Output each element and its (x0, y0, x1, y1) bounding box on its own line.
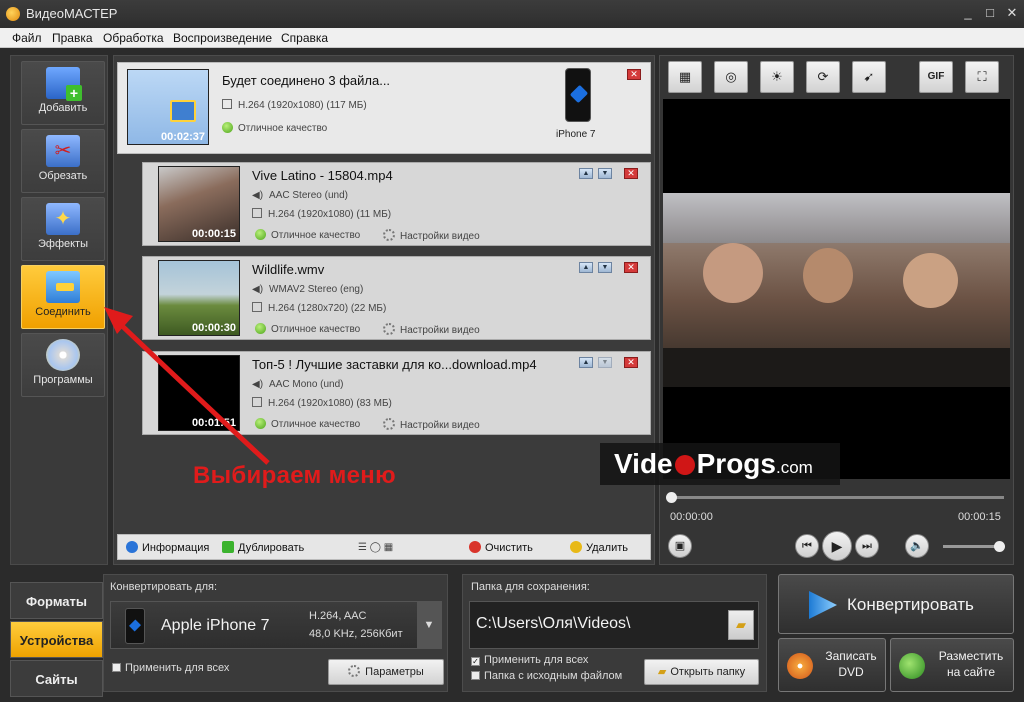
device-spec-2: 48,0 KHz, 256Кбит (309, 628, 403, 640)
burn-dvd-button[interactable]: Записать DVD (778, 638, 886, 692)
save-folder-label: Папка для сохранения: (471, 581, 590, 593)
browse-folder-button[interactable]: ▰ (728, 610, 754, 640)
bottom-panel: Форматы Устройства Сайты Конвертировать … (0, 568, 1024, 702)
dvd-icon (787, 653, 813, 679)
fullscreen-icon[interactable]: ⛶ (965, 61, 999, 93)
volume-icon[interactable]: 🔈 (905, 534, 929, 558)
folder-icon: ▰ (657, 666, 667, 678)
watermark-right: Progs (696, 448, 776, 479)
convert-for-label: Конвертировать для: (110, 581, 218, 593)
parameters-label: Параметры (365, 666, 424, 678)
dvd-label-2: DVD (838, 665, 864, 679)
device-name: Apple iPhone 7 (161, 617, 270, 634)
apply-all-label: Применить для всех (125, 662, 230, 674)
upload-globe-icon (899, 653, 925, 679)
save-folder-panel: Папка для сохранения: C:\Users\Оля\Video… (462, 574, 767, 692)
current-time: 00:00:00 (670, 511, 713, 523)
save-path: C:\Users\Оля\Videos\ (476, 615, 631, 632)
output-tabs: Форматы Устройства Сайты (10, 574, 103, 697)
apply-all-save-checkbox[interactable]: ✓ (471, 657, 480, 666)
convert-label: Конвертировать (847, 595, 974, 614)
snapshot-button[interactable]: ▣ (668, 534, 692, 558)
preview-panel: ▦ ◎ ☀ ⟳ ➹ GIF ⛶ 00:00:00 00:00:15 ▣ ⏮ ▶ … (659, 55, 1014, 565)
publish-button[interactable]: Разместить на сайте (890, 638, 1014, 692)
speed-icon[interactable]: ➹ (852, 61, 886, 93)
video-preview[interactable] (663, 99, 1010, 479)
gif-icon[interactable]: GIF (919, 61, 953, 93)
seek-knob[interactable] (666, 492, 677, 503)
crop-icon[interactable]: ▦ (668, 61, 702, 93)
device-selector[interactable]: Apple iPhone 7 H.264, AAC 48,0 KHz, 256К… (110, 601, 442, 649)
tab-devices[interactable]: Устройства (10, 621, 103, 658)
brightness-icon[interactable]: ☀ (760, 61, 794, 93)
gear-icon (348, 665, 361, 677)
dvd-label-1: Записать (825, 649, 877, 663)
tab-sites[interactable]: Сайты (10, 660, 103, 697)
next-button[interactable]: ⏭ (855, 534, 879, 558)
apply-all-save[interactable]: ✓ Применить для всех (471, 654, 588, 666)
video-frame (663, 193, 1010, 387)
publish-label-1: Разместить (938, 649, 1004, 663)
convert-for-panel: Конвертировать для: Apple iPhone 7 H.264… (103, 574, 448, 692)
watermark: Vide Progs.com (600, 443, 840, 485)
volume-knob[interactable] (994, 541, 1005, 552)
device-spec-1: H.264, AAC (309, 610, 367, 622)
convert-button[interactable]: Конвертировать (778, 574, 1014, 634)
parameters-button[interactable]: Параметры (328, 659, 444, 685)
save-path-field[interactable]: C:\Users\Оля\Videos\ ▰ (469, 601, 759, 649)
chevron-down-icon[interactable]: ▼ (417, 602, 441, 648)
iphone-icon (125, 608, 145, 644)
watermark-suffix: .com (775, 458, 813, 477)
source-folder-label: Папка с исходным файлом (484, 670, 623, 682)
apply-all-save-label: Применить для всех (484, 654, 589, 666)
open-folder-label: Открыть папку (670, 666, 746, 678)
source-folder-checkbox[interactable] (471, 671, 480, 680)
total-time: 00:00:15 (958, 511, 1001, 523)
watermark-play-icon (674, 455, 695, 475)
stabilize-icon[interactable]: ◎ (714, 61, 748, 93)
play-button[interactable]: ▶ (822, 531, 852, 561)
rotate-icon[interactable]: ⟳ (806, 61, 840, 93)
apply-all-convert[interactable]: Применить для всех (112, 662, 229, 674)
open-folder-button[interactable]: ▰ Открыть папку (644, 659, 759, 685)
tab-formats[interactable]: Форматы (10, 582, 103, 619)
annotation-text: Выбираем меню (193, 462, 396, 489)
volume-slider[interactable] (943, 541, 1005, 552)
source-folder-option[interactable]: Папка с исходным файлом (471, 670, 622, 682)
convert-arrow-icon (809, 591, 837, 619)
previous-button[interactable]: ⏮ (795, 534, 819, 558)
publish-label-2: на сайте (946, 665, 996, 679)
seek-bar[interactable] (666, 492, 1004, 503)
apply-all-checkbox[interactable] (112, 663, 121, 672)
watermark-left: Vide (614, 448, 673, 479)
